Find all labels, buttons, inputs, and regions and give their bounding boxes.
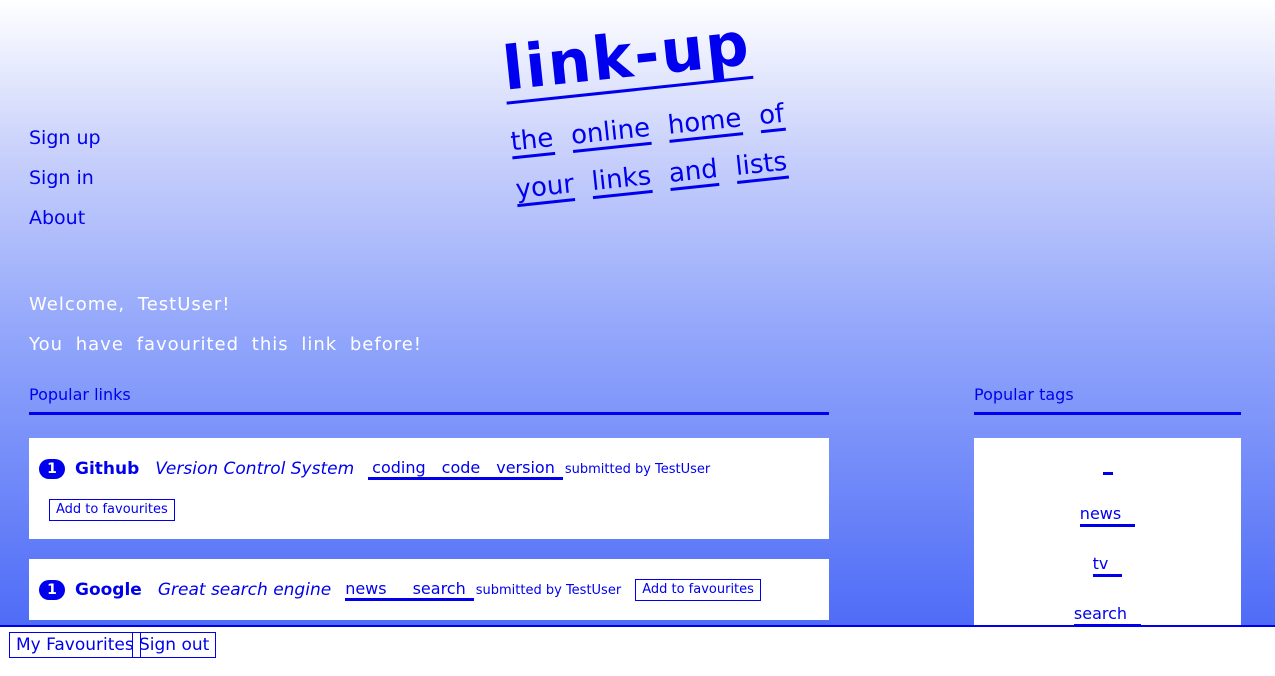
tag-link[interactable] [1102,464,1113,475]
rank-badge: 1 [39,580,65,600]
tagline-word: the [509,123,555,160]
tag-link[interactable]: code [442,458,481,477]
tag-link[interactable]: news [1079,504,1136,527]
tagline-word: of [757,98,786,134]
messages: Welcome, TestUser! You have favourited t… [29,292,422,372]
tag-item[interactable]: tv [974,554,1241,577]
bottom-bar: My Favourites Sign out [0,625,1275,676]
tagline-word: and [667,154,720,191]
my-favourites-button[interactable]: My Favourites [9,632,141,658]
logo: link-up the online home of your links and list… [499,7,839,239]
welcome-message: Welcome, TestUser! [29,294,231,315]
tagline-word: links [590,161,653,200]
link-tags: news search [345,579,474,601]
rank-badge: 1 [39,459,65,479]
left-nav: Sign up Sign in About [29,124,101,244]
submitted-by: submitted by TestUser [564,461,711,477]
tag-item[interactable]: news [974,504,1241,527]
link-title[interactable]: Github [75,459,139,479]
sign-in-link[interactable]: Sign in [29,167,94,189]
sign-out-button[interactable]: Sign out [132,632,217,658]
link-card: 1 Github Version Control System coding c… [29,438,829,539]
about-link[interactable]: About [29,207,85,229]
link-row: 1 Google Great search engine news search… [39,579,761,601]
tagline-word: your [514,169,576,208]
add-to-favourites-button[interactable]: Add to favourites [49,499,175,521]
tagline-word: home [666,103,743,143]
tag-item[interactable]: search [974,604,1241,627]
add-to-favourites-button[interactable]: Add to favourites [635,579,761,601]
link-actions: Add to favourites [49,499,175,521]
tag-link[interactable]: search [413,579,466,598]
link-title[interactable]: Google [75,580,142,600]
popular-tags-list: news tv search [974,438,1241,628]
tagline-word: lists [733,146,789,184]
sign-up-link[interactable]: Sign up [29,127,101,149]
link-row: 1 Github Version Control System coding c… [39,458,710,480]
favourite-notice: You have favourited this link before! [29,334,423,355]
link-description: Version Control System [155,459,355,479]
tag-link[interactable]: tv [1092,554,1123,577]
popular-tags-header: Popular tags [974,385,1241,415]
link-description: Great search engine [157,580,332,600]
tag-link[interactable]: news [345,579,386,598]
tagline-word: online [569,112,652,154]
tagline: the online home of your links and lists [508,85,836,214]
tag-link[interactable]: version [496,458,555,477]
tag-link[interactable]: coding [372,458,425,477]
logo-title[interactable]: link-up [499,9,754,105]
link-card: 1 Google Great search engine news search… [29,559,829,620]
submitted-by: submitted by TestUser [475,582,622,598]
tag-item[interactable] [974,460,1241,479]
popular-links-header: Popular links [29,385,829,415]
link-tags: coding code version [368,458,563,480]
tag-link[interactable]: search [1073,604,1142,627]
